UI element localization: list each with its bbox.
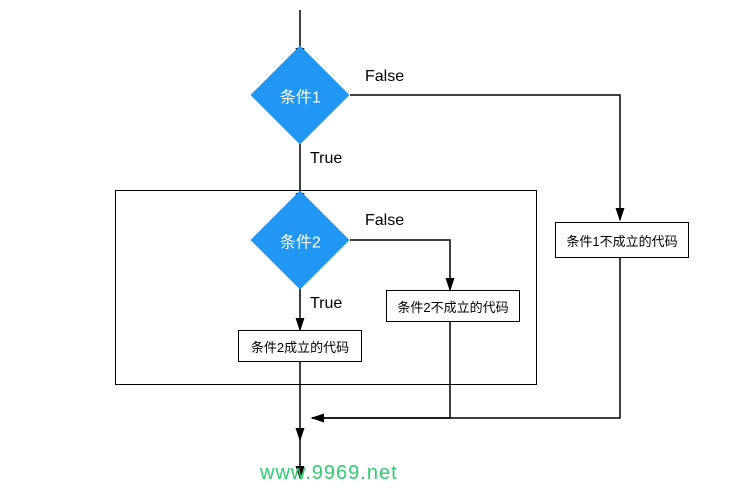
edge-label-cond2-true: True [310, 295, 342, 313]
process-cond1-false-label: 条件1不成立的代码 [566, 231, 677, 250]
edge-label-cond1-true: True [310, 150, 342, 168]
flowchart-canvas: 条件1 False True 条件2 False True 条件2成立的代码 条… [0, 0, 742, 500]
process-cond2-false: 条件2不成立的代码 [386, 290, 520, 322]
edge-label-cond1-false: False [365, 68, 404, 86]
process-cond2-true: 条件2成立的代码 [238, 330, 362, 362]
process-cond1-false: 条件1不成立的代码 [555, 222, 689, 258]
edge-label-cond2-false: False [365, 212, 404, 230]
watermark-text: www.9969.net [260, 462, 398, 485]
decision-condition1-label: 条件1 [280, 83, 321, 107]
process-cond2-true-label: 条件2成立的代码 [251, 337, 349, 356]
process-cond2-false-label: 条件2不成立的代码 [397, 297, 508, 316]
decision-condition2-label: 条件2 [280, 228, 321, 252]
